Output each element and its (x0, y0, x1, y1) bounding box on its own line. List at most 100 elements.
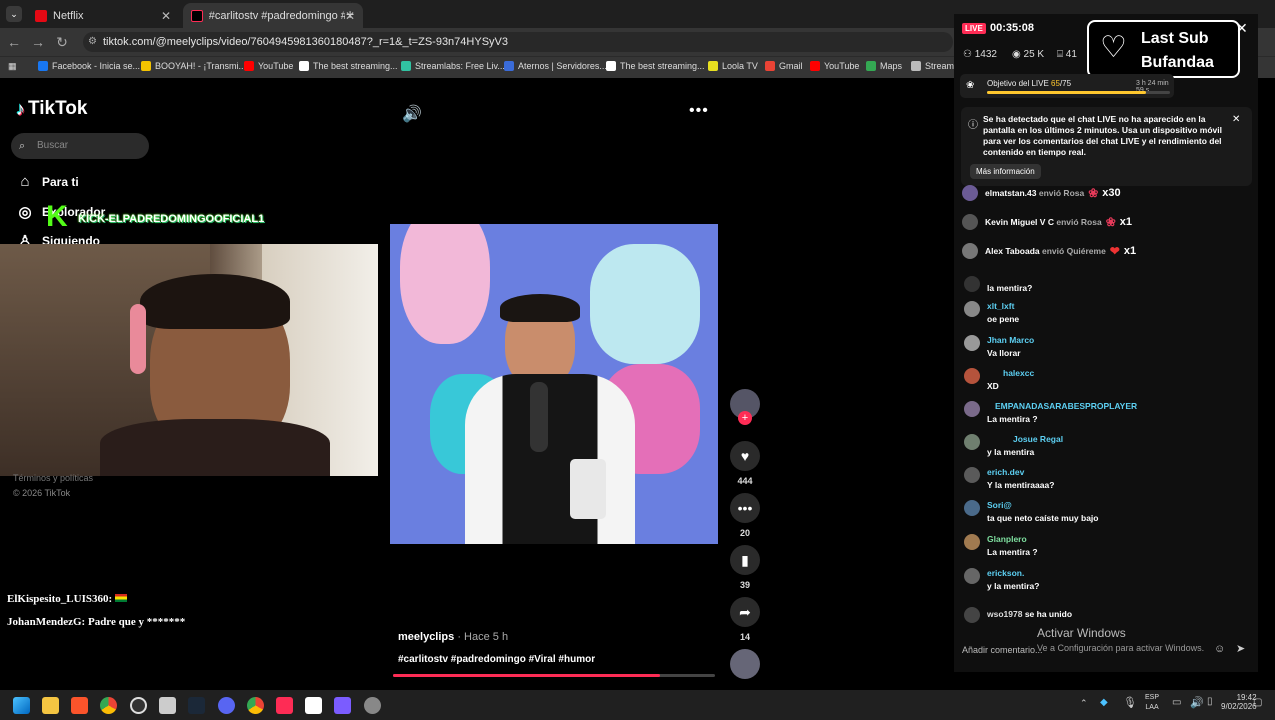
search-input[interactable]: ⌕ Buscar (11, 133, 149, 159)
terms-link[interactable]: Términos y políticas (13, 473, 93, 483)
close-icon[interactable]: ✕ (1236, 20, 1248, 37)
nav-for-you[interactable]: ⌂ Para ti (16, 173, 78, 190)
comment-user[interactable]: Glanplero (987, 534, 1038, 544)
tab-list-icon[interactable]: ⌄ (6, 6, 22, 22)
brave-icon[interactable] (71, 697, 88, 714)
comment-user[interactable]: Josue Regal (987, 434, 1063, 444)
obs-icon[interactable] (130, 697, 147, 714)
comment-text: la mentira? (987, 283, 1033, 293)
network-icon[interactable]: ▭ (1172, 697, 1181, 708)
avatar[interactable] (964, 301, 980, 317)
avatar[interactable] (962, 214, 978, 230)
avatar[interactable] (964, 607, 980, 623)
video-progress-bar[interactable] (393, 674, 715, 677)
avatar[interactable] (964, 276, 980, 292)
avatar[interactable] (964, 401, 980, 417)
site-info-icon[interactable]: ⚙ (88, 32, 97, 52)
gift-user[interactable]: Alex Taboada (985, 246, 1040, 256)
settings-icon[interactable] (364, 697, 381, 714)
gift-user[interactable]: Kevin Miguel V C (985, 217, 1054, 227)
windows-start-icon[interactable] (13, 697, 30, 714)
comment-button[interactable]: ••• 20 (730, 493, 760, 538)
avatar[interactable] (964, 434, 980, 450)
tab-tiktok[interactable]: #carlitostv #padredomingo #Vi ✕ (183, 3, 363, 28)
live-goal[interactable]: ❀ Objetivo del LIVE 65/75 3 h 24 min 59 … (960, 74, 1174, 98)
chrome-icon[interactable] (100, 697, 117, 714)
video-author[interactable]: meelyclips · Hace 5 h (398, 631, 508, 643)
steam-icon[interactable] (188, 697, 205, 714)
avatar[interactable] (962, 185, 978, 201)
bookmark-label: Stream (925, 61, 955, 71)
url-field[interactable]: ⚙ tiktok.com/@meelyclips/video/760494598… (83, 32, 953, 52)
file-explorer-icon[interactable] (42, 697, 59, 714)
more-options-icon[interactable]: ••• (689, 102, 709, 120)
send-icon[interactable]: ➤ (1236, 642, 1245, 655)
bookmark-item[interactable]: Aternos | Servidores... (504, 61, 607, 71)
bookmark-item[interactable]: Streamlabs: Free Liv... (401, 61, 505, 71)
comment-user[interactable]: erickson. (987, 568, 1039, 578)
avatar[interactable] (964, 467, 980, 483)
app-icon[interactable] (305, 697, 322, 714)
comment-user[interactable]: xlt_lxft (987, 301, 1019, 311)
chrome-icon[interactable] (247, 697, 264, 714)
reload-icon[interactable]: ↻ (50, 34, 74, 51)
stream-icon (911, 61, 921, 71)
creator-avatar[interactable]: + (730, 389, 760, 425)
bookmark-item[interactable]: The best streaming... (606, 61, 705, 71)
back-icon[interactable]: ← (2, 34, 26, 50)
avatar[interactable] (964, 568, 980, 584)
comment-user[interactable]: erich.dev (987, 467, 1054, 477)
volume-icon[interactable]: 🔊 (1190, 696, 1204, 709)
video-player[interactable] (390, 224, 718, 544)
chevron-up-icon[interactable]: ⌃ (1080, 698, 1088, 709)
forward-icon[interactable]: → (26, 34, 50, 50)
video-hashtags[interactable]: #carlitostv #padredomingo #Viral #humor (398, 654, 595, 665)
like-button[interactable]: ♥ 444 (730, 441, 760, 486)
discord-icon[interactable] (218, 697, 235, 714)
person-hair (140, 274, 290, 329)
system-clock[interactable]: 19:42 9/02/2026 (1221, 693, 1257, 711)
avatar[interactable] (964, 368, 980, 384)
share-button[interactable]: ➦ 14 (730, 597, 760, 642)
avatar[interactable] (962, 243, 978, 259)
close-icon[interactable]: ✕ (1232, 114, 1240, 125)
microphone-icon[interactable]: 🎙 (1123, 696, 1137, 709)
comment-user[interactable]: Jhan Marco (987, 335, 1034, 345)
volume-icon[interactable]: 🔊 (402, 104, 422, 124)
sound-avatar[interactable] (730, 649, 760, 679)
bookmark-item[interactable]: YouTube (810, 61, 859, 71)
tray-icon[interactable]: ◆ (1100, 697, 1108, 708)
language-indicator[interactable]: ESP LAA (1145, 693, 1159, 713)
close-icon[interactable]: ✕ (161, 9, 171, 23)
new-tab-icon[interactable]: + (346, 6, 354, 22)
gift-user[interactable]: elmatstan.43 (985, 188, 1037, 198)
tab-netflix[interactable]: Netflix ✕ (27, 3, 179, 28)
save-button[interactable]: ▮ 39 (730, 545, 760, 590)
app-icon[interactable] (334, 697, 351, 714)
bookmark-item[interactable]: YouTube (244, 61, 293, 71)
bookmark-item[interactable]: Maps (866, 61, 902, 71)
comment-user[interactable]: halexcc (987, 368, 1034, 378)
emoji-icon[interactable]: ☺ (1214, 643, 1225, 655)
bookmark-item[interactable]: BOOYAH! - ¡Transmi... (141, 61, 246, 71)
joined-user[interactable]: wso1978 (987, 609, 1022, 623)
avatar[interactable] (964, 500, 980, 516)
bookmark-item[interactable]: The best streaming... (299, 61, 398, 71)
bookmark-item[interactable]: Facebook - Inicia se... (38, 61, 140, 71)
tiktok-logo[interactable]: ♪ TikTok (16, 98, 87, 120)
apps-icon[interactable]: ▦ (8, 61, 17, 72)
eye-icon: ◉ (1012, 49, 1021, 60)
more-info-button[interactable]: Más información (970, 164, 1041, 179)
comment-user[interactable]: EMPANADASARABESPROPLAYER (987, 401, 1137, 411)
comment-user[interactable]: Sori@ (987, 500, 1098, 510)
logo-text: TikTok (28, 98, 88, 119)
bookmark-item[interactable]: Stream (911, 61, 954, 71)
bookmark-item[interactable]: Gmail (765, 61, 803, 71)
avatar[interactable] (964, 534, 980, 550)
bookmark-item[interactable]: Loola TV (708, 61, 758, 71)
battery-icon[interactable]: ▯ (1207, 696, 1213, 707)
tiktok-app-icon[interactable] (276, 697, 293, 714)
store-icon[interactable] (159, 697, 176, 714)
avatar[interactable] (964, 335, 980, 351)
follow-plus-icon[interactable]: + (738, 411, 752, 425)
